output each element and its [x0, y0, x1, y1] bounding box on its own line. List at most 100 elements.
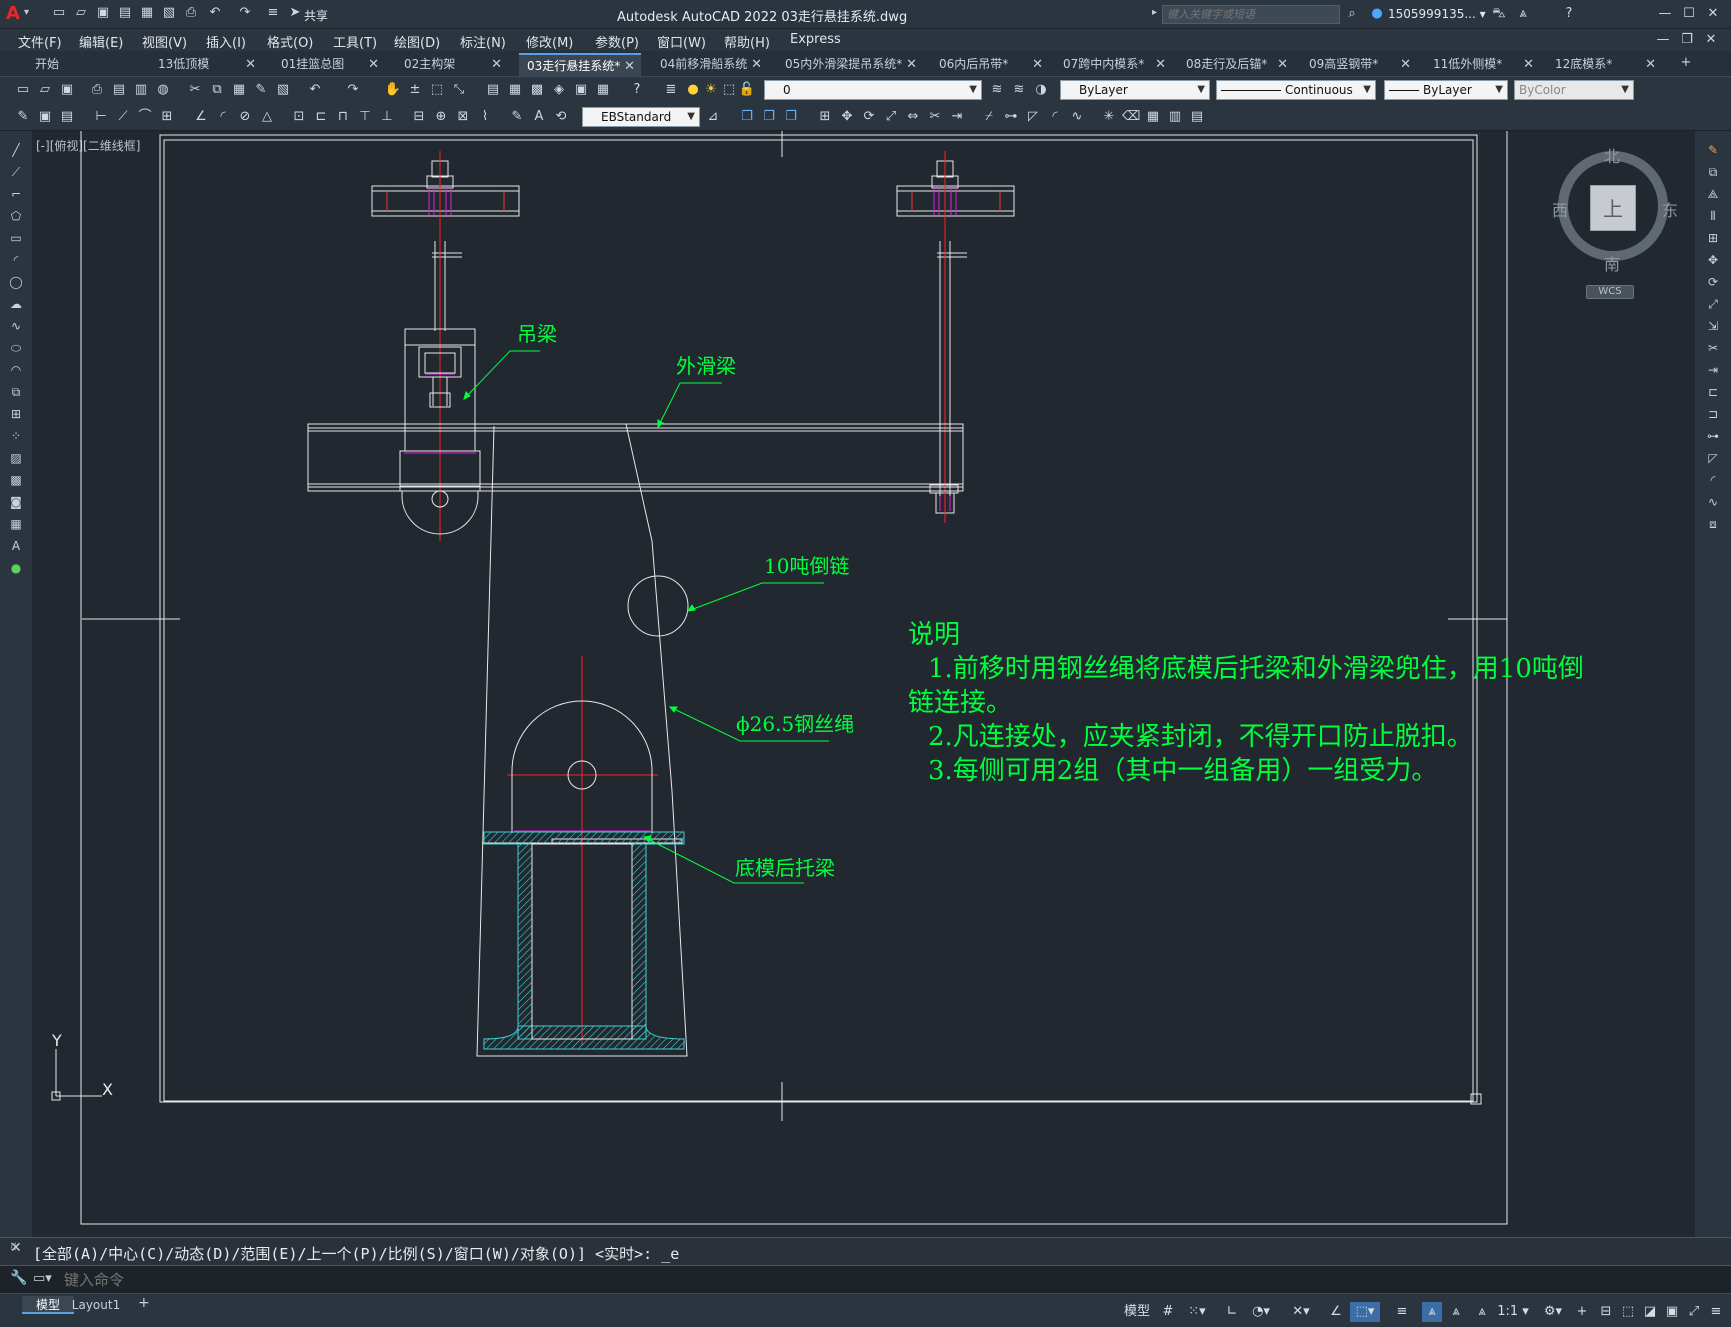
plot-icon[interactable]: ⎙ [88, 81, 106, 99]
menu-parametric[interactable]: 参数(P) [595, 32, 639, 51]
menu-insert[interactable]: 插入(I) [206, 32, 246, 51]
dim-continue-icon[interactable]: ⊓ [334, 108, 352, 126]
save-icon[interactable]: ▣ [94, 4, 112, 22]
revcloud-icon[interactable]: ☁ [7, 295, 25, 313]
layer-thaw-icon[interactable]: ☀ [702, 81, 720, 99]
toolbar-tool-icon[interactable]: ▣ [36, 108, 54, 126]
scale-icon[interactable]: ⤢ [882, 108, 900, 126]
design-center-icon[interactable]: ▦ [506, 81, 524, 99]
dim-quick-icon[interactable]: ⊡ [290, 108, 308, 126]
center-mark-icon[interactable]: ⊕ [432, 108, 450, 126]
tab-02[interactable]: 02主构架 ✕ [396, 53, 508, 76]
help-icon[interactable]: ? [628, 81, 646, 99]
blend-curves-icon[interactable]: ∿ [1704, 493, 1722, 511]
tool-palette-icon[interactable]: ▩ [528, 81, 546, 99]
qat-dropdown-icon[interactable]: ≡ [264, 4, 282, 22]
hardware-acceleration-icon[interactable]: ▣ [1662, 1302, 1682, 1322]
undo-icon[interactable]: ↶ [306, 81, 324, 99]
ungroup-icon[interactable]: ▥ [1166, 108, 1184, 126]
search-icon[interactable]: ⌕ [1343, 5, 1361, 23]
copy-icon[interactable]: ⧉ [1704, 163, 1722, 181]
redo-icon[interactable]: ↷ [236, 4, 254, 22]
jogged-linear-icon[interactable]: ⌇ [476, 108, 494, 126]
rotate-icon[interactable]: ⟳ [1704, 273, 1722, 291]
insert-block-icon[interactable]: ⧉ [7, 383, 25, 401]
autocad-logo-icon[interactable]: A [6, 3, 20, 24]
tab-close-icon[interactable]: ✕ [1277, 53, 1288, 76]
offset-icon[interactable]: ⫴ [1704, 207, 1722, 225]
annotation-visibility-icon[interactable]: ⩓ [1422, 1302, 1442, 1322]
properties-icon[interactable]: ▤ [484, 81, 502, 99]
arc-icon[interactable]: ◜ [7, 251, 25, 269]
rotate-icon[interactable]: ⟳ [860, 108, 878, 126]
dim-radius-icon[interactable]: ◜ [214, 108, 232, 126]
copy-icon[interactable]: ⧉ [208, 81, 226, 99]
tab-close-icon[interactable]: ✕ [624, 55, 635, 78]
ellipse-arc-icon[interactable]: ◠ [7, 361, 25, 379]
join-icon[interactable]: ⊶ [1704, 427, 1722, 445]
snap-icon[interactable]: ⁙▾ [1182, 1302, 1212, 1322]
move-icon[interactable]: ✥ [1704, 251, 1722, 269]
layer-dropdown[interactable]: 0 ▼ [764, 80, 982, 100]
doc-close-icon[interactable]: ✕ [1702, 31, 1720, 49]
color-dropdown[interactable]: ByLayer ▼ [1060, 80, 1210, 100]
explode-icon[interactable]: ⧈ [1704, 515, 1722, 533]
menu-dimension[interactable]: 标注(N) [460, 32, 506, 51]
doc-restore-icon[interactable]: ❐ [1678, 31, 1696, 49]
region-icon[interactable]: ◙ [7, 493, 25, 511]
array-icon[interactable]: ⊞ [1704, 229, 1722, 247]
ellipse-icon[interactable]: ⬭ [7, 339, 25, 357]
lineweight-dropdown[interactable]: ByLayer ▼ [1384, 80, 1508, 100]
3dprint-icon[interactable]: ◍ [154, 81, 172, 99]
save-icon[interactable]: ▣ [58, 81, 76, 99]
circle-icon[interactable]: ◯ [7, 273, 25, 291]
menu-window[interactable]: 窗口(W) [657, 32, 706, 51]
move-icon[interactable]: ✥ [838, 108, 856, 126]
fillet-icon[interactable]: ◜ [1046, 108, 1064, 126]
add-layout-icon[interactable]: + [138, 1295, 150, 1311]
save-web-icon[interactable]: ▧ [160, 4, 178, 22]
object-snap-icon[interactable]: ⬚▾ [1350, 1302, 1380, 1322]
tab-close-icon[interactable]: ✕ [1645, 53, 1656, 76]
calculator-icon[interactable]: ▦ [594, 81, 612, 99]
rectangle-icon[interactable]: ▭ [7, 229, 25, 247]
cmd-customize-icon[interactable]: 🔧 [10, 1270, 27, 1286]
scale-icon[interactable]: ⤢ [1704, 295, 1722, 313]
table-icon[interactable]: ▦ [7, 515, 25, 533]
dim-angle-icon[interactable]: △ [258, 108, 276, 126]
array-icon[interactable]: ⊞ [816, 108, 834, 126]
menu-format[interactable]: 格式(O) [267, 32, 313, 51]
dim-text-edit-icon[interactable]: A [530, 108, 548, 126]
viewcube-east[interactable]: 东 [1662, 197, 1678, 221]
trim-icon[interactable]: ✂ [926, 108, 944, 126]
dim-baseline-icon[interactable]: ⊏ [312, 108, 330, 126]
share-label[interactable]: 共享 [304, 7, 328, 24]
preview-icon[interactable]: ▤ [110, 81, 128, 99]
open-icon[interactable]: ▱ [36, 81, 54, 99]
wcs-menu[interactable]: WCS [1586, 285, 1634, 299]
tab-09[interactable]: 09高竖钢带* ✕ [1301, 53, 1417, 76]
annotation-scale-value[interactable]: 1:1 ▾ [1496, 1302, 1530, 1322]
fillet-icon[interactable]: ◜ [1704, 471, 1722, 489]
layer-previous-icon[interactable]: ≋ [1010, 81, 1028, 99]
dim-break-icon[interactable]: ⊥ [378, 108, 396, 126]
linetype-dropdown[interactable]: Continuous ▼ [1216, 80, 1376, 100]
trim-icon[interactable]: ✂ [1704, 339, 1722, 357]
markup-icon[interactable]: ▣ [572, 81, 590, 99]
tab-12[interactable]: 12底模系* ✕ [1547, 53, 1662, 76]
object-snap-tracking-icon[interactable]: ∠ [1326, 1302, 1346, 1322]
maximize-icon[interactable]: ☐ [1680, 5, 1698, 23]
extend-icon[interactable]: ⇥ [1704, 361, 1722, 379]
menu-file[interactable]: 文件(F) [18, 32, 62, 51]
viewcube-west[interactable]: 西 [1552, 197, 1568, 221]
viewcube-south[interactable]: 南 [1604, 251, 1620, 275]
join-icon[interactable]: ⊶ [1002, 108, 1020, 126]
erase-icon[interactable]: ⌫ [1122, 108, 1140, 126]
dim-update-icon[interactable]: ⟲ [552, 108, 570, 126]
mirror-icon[interactable]: ⟁ [1704, 185, 1722, 203]
new-tab-icon[interactable]: + [1677, 54, 1695, 72]
tab-01[interactable]: 01挂篮总图 ✕ [273, 53, 385, 76]
tab-close-icon[interactable]: ✕ [1523, 53, 1534, 76]
tab-07[interactable]: 07跨中内模系* ✕ [1055, 53, 1172, 76]
add-selected-icon[interactable]: ● [7, 559, 25, 577]
